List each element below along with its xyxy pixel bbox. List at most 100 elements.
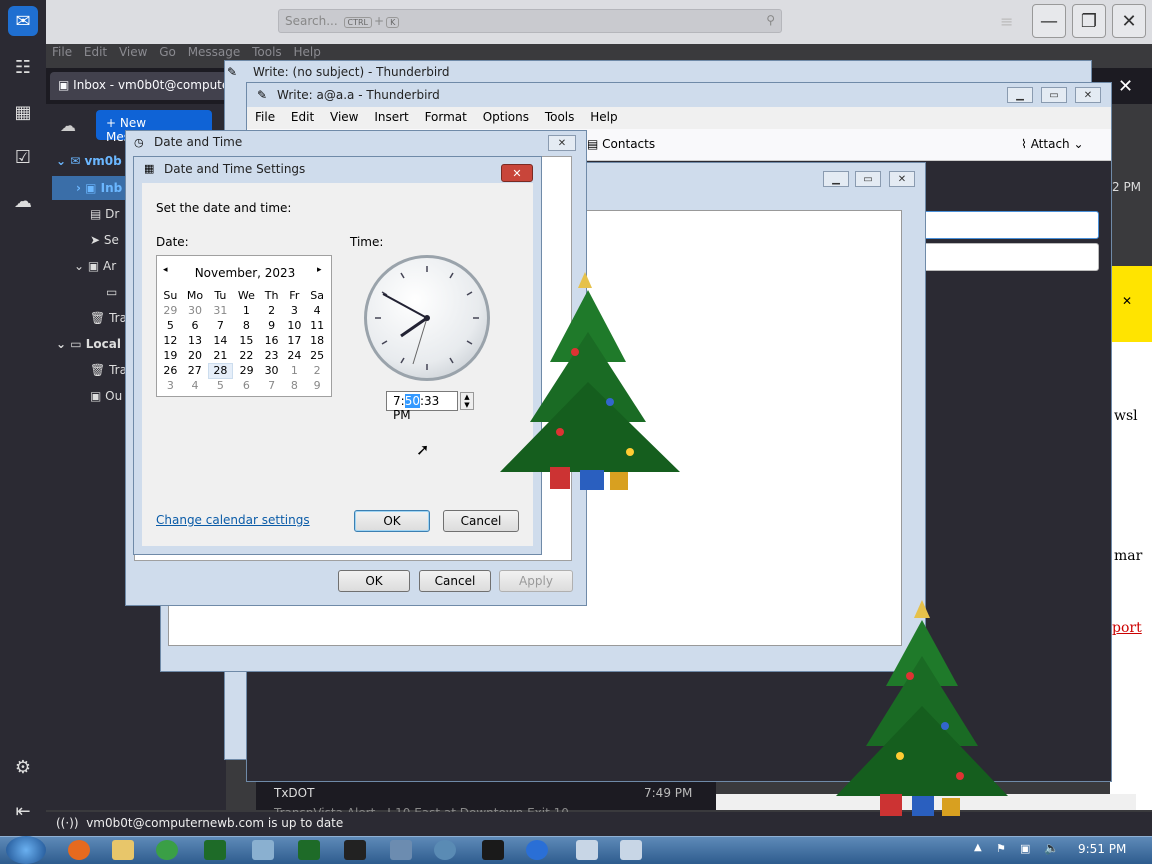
calendar-day[interactable]: 25 [306,348,329,363]
month-title[interactable]: November, 2023 [157,266,333,280]
calendar-day[interactable]: 1 [283,363,306,378]
calendar-day[interactable]: 7 [260,378,283,393]
calendar-day[interactable]: 8 [283,378,306,393]
calendar-day[interactable]: 6 [182,318,208,333]
calendar-day[interactable]: 26 [159,363,182,378]
menu-file[interactable]: File [255,110,275,124]
flag-icon[interactable]: ⚑ [996,842,1006,855]
christmas-tree-app-icon[interactable] [204,840,226,860]
apply-button[interactable]: Apply [499,570,573,592]
calendar-day[interactable]: 24 [283,348,306,363]
time-spinner[interactable]: ▲ ▼ [460,392,474,410]
inner-maximize-button[interactable]: ▭ [855,171,881,187]
calendar-day[interactable]: 30 [260,363,283,378]
calendar-day[interactable]: 27 [182,363,208,378]
change-calendar-link[interactable]: Change calendar settings [156,513,310,527]
settings-ok-button[interactable]: OK [354,510,430,532]
folder-local-trash[interactable]: 🗑 Tra [90,363,127,377]
message-link[interactable]: port [1112,620,1142,636]
inner-minimize-button[interactable]: ▁ [823,171,849,187]
calendar-day[interactable]: 1 [233,303,261,318]
tab-inbox[interactable]: ▣ Inbox - vm0b0t@compute [50,72,228,100]
calendar-day[interactable]: 2 [306,363,329,378]
menu-tools[interactable]: Tools [545,110,575,124]
folder-sent[interactable]: ➤ Se [90,233,119,247]
calendar-day[interactable]: 15 [233,333,261,348]
calendar-day[interactable]: 12 [159,333,182,348]
explorer-icon[interactable] [112,840,134,860]
7zip-icon[interactable] [344,840,366,860]
calendar-day[interactable]: 31 [208,303,232,318]
restore-button[interactable]: ❐ [1072,4,1106,38]
minimize-button[interactable]: — [1032,4,1066,38]
start-button[interactable] [6,836,46,864]
folder-drafts[interactable]: ▤ Dr [90,207,119,221]
calendar-day[interactable]: 11 [306,318,329,333]
address-book-icon[interactable]: ☷ [8,52,38,82]
window-app-icon[interactable] [390,840,412,860]
compose-close-button[interactable]: ✕ [1075,87,1101,103]
contacts-button[interactable]: ▤ Contacts [587,137,655,151]
calendar-day[interactable]: 3 [159,378,182,393]
firefox-icon[interactable] [68,840,90,860]
close-button[interactable]: ✕ [1112,4,1146,38]
menu-insert[interactable]: Insert [374,110,408,124]
calendar-day[interactable]: 22 [233,348,261,363]
settings-app-icon[interactable] [434,840,456,860]
folder-trash[interactable]: 🗑 Tra [90,311,127,325]
volume-icon[interactable]: 🔈 [1044,841,1059,855]
calendar-day[interactable]: 20 [182,348,208,363]
message-sender[interactable]: TxDOT [274,786,314,800]
calendar-day[interactable]: 2 [260,303,283,318]
compose-minimize-button[interactable]: ▁ [1007,87,1033,103]
calendar-day[interactable]: 29 [233,363,261,378]
christmas-tree-app-icon[interactable] [298,840,320,860]
calendar-day[interactable]: 9 [260,318,283,333]
folder-archives[interactable]: ⌄ ▣ Ar [74,259,116,273]
taskbar-clock[interactable]: 9:51 PM [1078,842,1126,856]
subject-input[interactable] [907,211,1099,239]
ok-button[interactable]: OK [338,570,410,592]
mail-icon[interactable]: ✉ [8,6,38,36]
folder-outbox[interactable]: ▣ Ou [90,389,122,403]
notepad-icon[interactable] [576,840,598,860]
calendar-day[interactable]: 21 [208,348,232,363]
calendar-day[interactable]: 7 [208,318,232,333]
menu-help[interactable]: Help [590,110,617,124]
calendar-day[interactable]: 13 [182,333,208,348]
tasks-icon[interactable]: ☑ [8,142,38,172]
search-input[interactable]: Search... CTRL + K ⚲ [278,9,782,33]
folder-inbox[interactable]: › ▣ Inb [76,181,122,195]
calendar-day-selected[interactable]: 28 [207,362,234,379]
calendar-day[interactable]: 30 [182,303,208,318]
calendar-day[interactable]: 5 [208,378,232,393]
calendar-icon[interactable]: ▦ [8,97,38,127]
calendar-day[interactable]: 4 [306,303,329,318]
time-input[interactable]: 7:50:33 PM [386,391,458,422]
calendar-day[interactable]: 16 [260,333,283,348]
folder-local[interactable]: ⌄ ▭ Local [56,337,121,351]
thunderbird-icon[interactable] [526,840,548,860]
calendar-day[interactable]: 5 [159,318,182,333]
calendar-day[interactable]: 6 [233,378,261,393]
calendar-day[interactable]: 8 [233,318,261,333]
account-item[interactable]: ⌄ ✉ vm0b [56,154,122,168]
close-tab-icon[interactable]: ✕ [1118,76,1133,97]
get-messages-icon[interactable]: ☁ [60,116,76,135]
menu-format[interactable]: Format [425,110,467,124]
calendar-day[interactable]: 29 [159,303,182,318]
calendar-day[interactable]: 14 [208,333,232,348]
remote-desktop-icon[interactable] [252,840,274,860]
menu-edit[interactable]: Edit [291,110,314,124]
calendar-day[interactable]: 23 [260,348,283,363]
calendar-day[interactable]: 18 [306,333,329,348]
attach-button[interactable]: ⌇ Attach ⌄ [1021,137,1084,151]
calendar-day[interactable]: 19 [159,348,182,363]
calendar-day[interactable]: 4 [182,378,208,393]
next-month-icon[interactable]: ▸ [317,265,322,275]
compose-maximize-button[interactable]: ▭ [1041,87,1067,103]
calendar-day[interactable]: 3 [283,303,306,318]
chrome-icon[interactable] [156,840,178,860]
network-icon[interactable]: ▣ [1020,842,1030,855]
recipient-input[interactable] [907,243,1099,271]
